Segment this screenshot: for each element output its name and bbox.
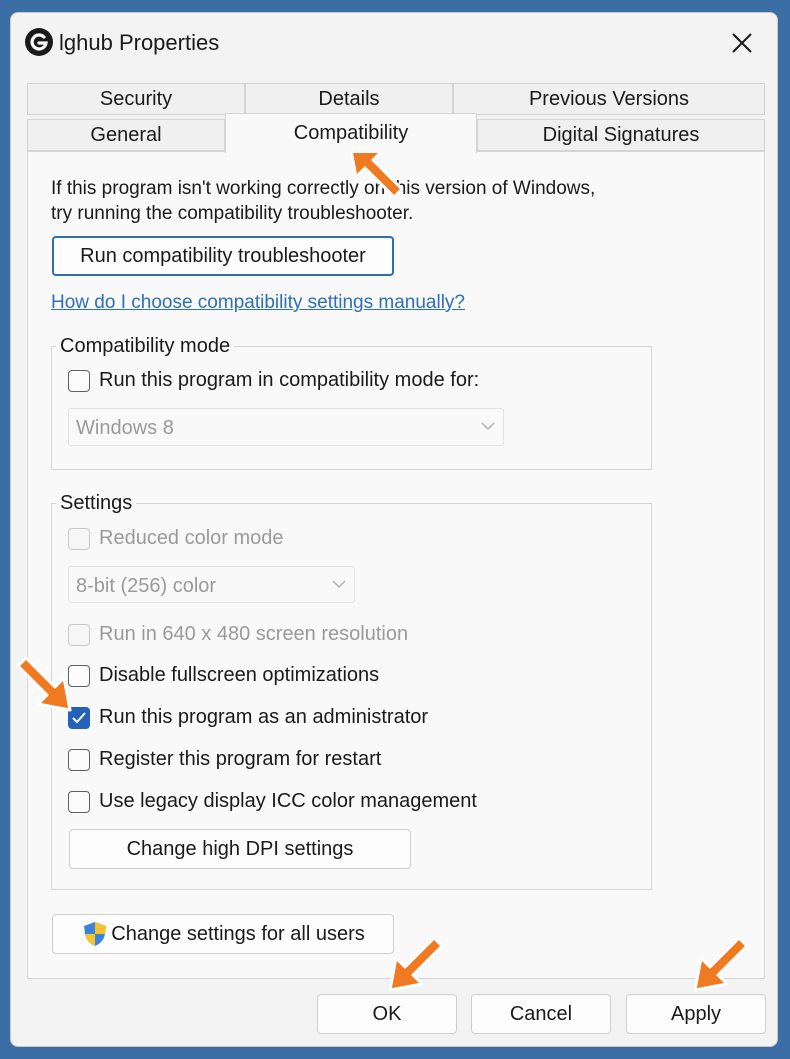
cancel-button[interactable]: Cancel: [471, 994, 611, 1034]
compat-mode-checkbox-row[interactable]: Run this program in compatibility mode f…: [68, 369, 479, 392]
title-bar: lghub Properties: [11, 13, 777, 73]
res640-label: Run in 640 x 480 screen resolution: [99, 623, 409, 645]
res640-row[interactable]: Run in 640 x 480 screen resolution: [68, 623, 408, 646]
legacy-icc-row[interactable]: Use legacy display ICC color management: [68, 790, 477, 813]
ok-button[interactable]: OK: [317, 994, 457, 1034]
color-depth-select[interactable]: 8-bit (256) color: [68, 566, 355, 603]
tab-compatibility[interactable]: Compatibility: [225, 113, 477, 153]
annotation-arrow-icon: [388, 936, 444, 992]
change-all-users-label: Change settings for all users: [111, 922, 365, 945]
window-title: lghub Properties: [59, 30, 220, 55]
close-icon: [732, 33, 752, 53]
tab-details[interactable]: Details: [245, 83, 453, 115]
intro-line-1: If this program isn't working correctly …: [51, 178, 596, 199]
legacy-icc-checkbox[interactable]: [68, 790, 90, 813]
color-depth-select-value: 8-bit (256) color: [76, 575, 217, 597]
chevron-down-icon: [332, 580, 346, 589]
compat-mode-checkbox[interactable]: [68, 369, 90, 392]
reduced-color-row[interactable]: Reduced color mode: [68, 527, 284, 550]
reduced-color-checkbox[interactable]: [68, 527, 90, 550]
change-dpi-button[interactable]: Change high DPI settings: [69, 829, 411, 869]
compat-os-select[interactable]: Windows 8: [68, 408, 504, 446]
tab-security[interactable]: Security: [27, 83, 245, 115]
chevron-down-icon: [481, 422, 495, 431]
tab-previous-versions[interactable]: Previous Versions: [453, 83, 765, 115]
annotation-arrow-icon: [16, 656, 72, 712]
close-button[interactable]: [717, 23, 767, 63]
uac-shield-icon: [84, 922, 107, 946]
compat-os-select-value: Windows 8: [76, 417, 174, 439]
tab-digital-signatures[interactable]: Digital Signatures: [477, 119, 765, 151]
register-restart-label: Register this program for restart: [99, 748, 382, 770]
tab-general[interactable]: General: [27, 119, 225, 151]
apply-button[interactable]: Apply: [626, 994, 766, 1034]
logitech-g-app-icon: [25, 28, 53, 56]
fullscreen-opt-label: Disable fullscreen optimizations: [99, 664, 380, 686]
run-troubleshooter-button[interactable]: Run compatibility troubleshooter: [52, 236, 394, 276]
settings-label: Settings: [56, 492, 137, 515]
legacy-icc-label: Use legacy display ICC color management: [99, 790, 477, 812]
compatibility-tab-panel: If this program isn't working correctly …: [27, 151, 765, 979]
reduced-color-label: Reduced color mode: [99, 527, 284, 549]
register-restart-row[interactable]: Register this program for restart: [68, 748, 381, 771]
register-restart-checkbox[interactable]: [68, 748, 90, 771]
manual-settings-link[interactable]: How do I choose compatibility settings m…: [51, 292, 465, 314]
change-all-users-button[interactable]: Change settings for all users: [52, 914, 394, 954]
compatibility-mode-label: Compatibility mode: [56, 335, 235, 358]
fullscreen-opt-row[interactable]: Disable fullscreen optimizations: [68, 664, 379, 687]
run-as-admin-row[interactable]: Run this program as an administrator: [68, 706, 428, 729]
run-as-admin-label: Run this program as an administrator: [99, 706, 429, 728]
compat-mode-checkbox-label: Run this program in compatibility mode f…: [99, 369, 480, 391]
annotation-arrow-icon: [693, 936, 749, 992]
